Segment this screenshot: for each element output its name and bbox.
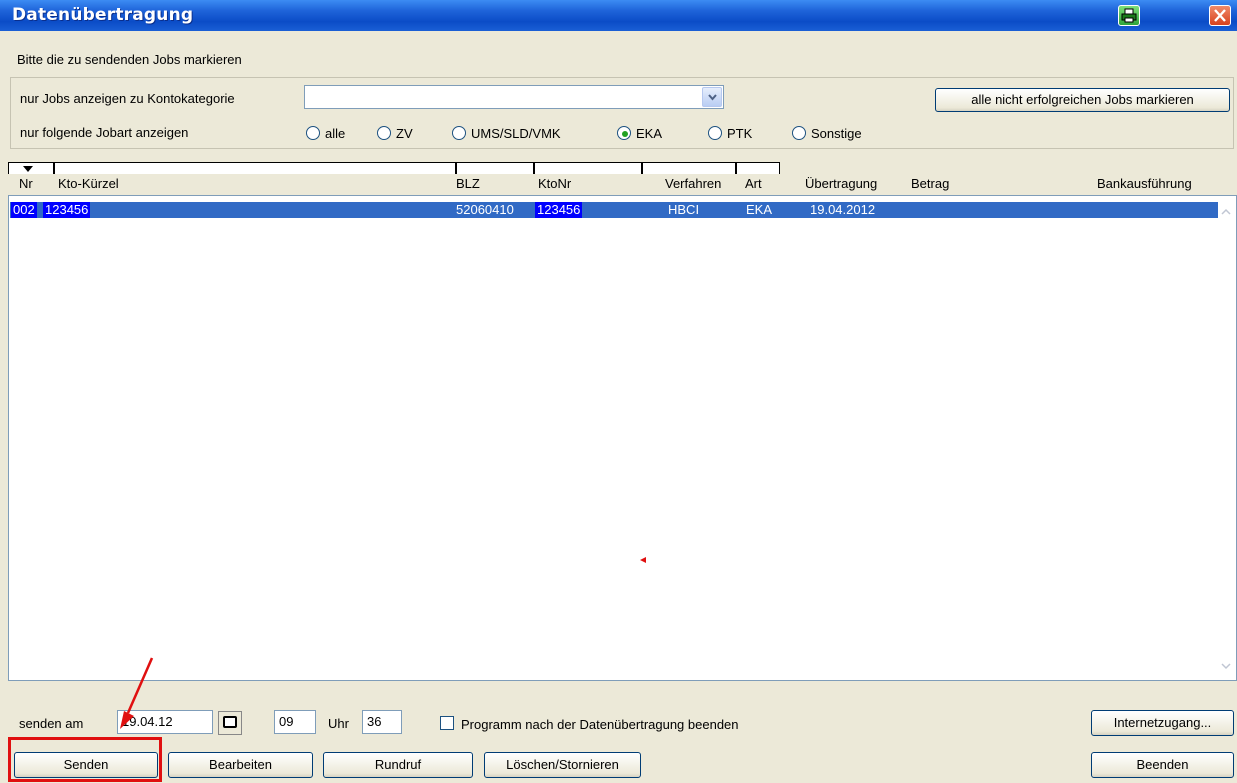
printer-icon [1121, 8, 1137, 23]
column-filter-kto[interactable] [54, 162, 456, 174]
rundruf-button[interactable]: Rundruf [323, 752, 473, 778]
sort-down-icon [23, 166, 33, 172]
title-bar: Datenübertragung [0, 0, 1237, 31]
column-header-betrag[interactable]: Betrag [911, 176, 949, 191]
cell-nr: 002 [11, 202, 37, 218]
radio-label: UMS/SLD/VMK [471, 126, 561, 141]
senden-button[interactable]: Senden [14, 752, 158, 778]
mark-failed-jobs-button[interactable]: alle nicht erfolgreichen Jobs markieren [935, 88, 1230, 112]
chevron-down-icon [708, 94, 717, 101]
radio-alle[interactable]: alle [306, 126, 366, 144]
cell-kto: 123456 [43, 202, 91, 218]
kontokategorie-dropdown-button[interactable] [702, 87, 722, 107]
radio-circle [452, 126, 466, 140]
cursor-marker-icon [640, 557, 646, 563]
calendar-icon [223, 716, 237, 728]
column-filter-ktonr[interactable] [534, 162, 642, 174]
radio-selected-dot [622, 131, 628, 137]
radio-sonstige[interactable]: Sonstige [792, 126, 887, 144]
cell-blz: 52060410 [456, 202, 514, 217]
bearbeiten-button[interactable]: Bearbeiten [168, 752, 313, 778]
radio-circle [617, 126, 631, 140]
internetzugang-button[interactable]: Internetzugang... [1091, 710, 1234, 736]
column-header-verfahren[interactable]: Verfahren [665, 176, 721, 191]
scroll-up-icon[interactable] [1218, 204, 1234, 220]
annotation-arrow-icon [120, 657, 154, 729]
radio-label: alle [325, 126, 346, 141]
radio-circle [708, 126, 722, 140]
radio-label: PTK [727, 126, 753, 141]
column-filter-blz[interactable] [456, 162, 534, 174]
column-header-ktonr[interactable]: KtoNr [538, 176, 571, 191]
exit-after-checkbox[interactable] [440, 716, 454, 730]
window-title: Datenübertragung [12, 5, 194, 25]
senden-am-label: senden am [19, 716, 84, 731]
radio-ptk[interactable]: PTK [708, 126, 768, 144]
jobart-label: nur folgende Jobart anzeigen [20, 125, 189, 140]
column-filter-verfahren[interactable] [642, 162, 736, 174]
send-minute-input[interactable]: 36 [362, 710, 402, 734]
beenden-button[interactable]: Beenden [1091, 752, 1234, 778]
column-header-art[interactable]: Art [745, 176, 762, 191]
column-filter-nr[interactable] [8, 162, 54, 174]
column-filter-art[interactable] [736, 162, 780, 174]
column-header-nr[interactable]: Nr [19, 176, 33, 191]
column-header-uebertragung[interactable]: Übertragung [805, 176, 877, 191]
calendar-button[interactable] [218, 711, 242, 735]
radio-circle [377, 126, 391, 140]
print-button[interactable] [1118, 5, 1140, 26]
radio-eka[interactable]: EKA [617, 126, 687, 144]
kontokategorie-label: nur Jobs anzeigen zu Kontokategorie [20, 91, 235, 106]
scroll-down-icon[interactable] [1218, 658, 1234, 674]
cell-verfahren: HBCI [668, 202, 700, 217]
column-header-kto[interactable]: Kto-Kürzel [58, 176, 119, 191]
instruction-text: Bitte die zu sendenden Jobs markieren [17, 52, 242, 67]
kontokategorie-select[interactable] [304, 85, 724, 109]
uhr-label: Uhr [328, 716, 349, 731]
job-list[interactable]: 002 123456 52060410 123456 HBCI EKA 19.0… [8, 195, 1237, 681]
send-hour-input[interactable]: 09 [274, 710, 316, 734]
radio-zv[interactable]: ZV [377, 126, 427, 144]
radio-label: EKA [636, 126, 663, 141]
close-button[interactable] [1209, 5, 1231, 26]
cell-uebertragung: 19.04.2012 [810, 202, 876, 217]
radio-label: Sonstige [811, 126, 862, 141]
table-row[interactable]: 002 123456 52060410 123456 HBCI EKA 19.0… [10, 202, 1218, 218]
loeschen-stornieren-button[interactable]: Löschen/Stornieren [484, 752, 641, 778]
column-header-bankausfuehrung[interactable]: Bankausführung [1097, 176, 1192, 191]
radio-circle [792, 126, 806, 140]
exit-after-label: Programm nach der Datenübertragung beend… [461, 717, 739, 732]
radio-label: ZV [396, 126, 413, 141]
cell-art: EKA [746, 202, 773, 217]
close-icon [1214, 9, 1226, 22]
radio-circle [306, 126, 320, 140]
cell-ktonr: 123456 [535, 202, 583, 218]
column-header-blz[interactable]: BLZ [456, 176, 480, 191]
radio-ums-sld-vmk[interactable]: UMS/SLD/VMK [452, 126, 602, 144]
